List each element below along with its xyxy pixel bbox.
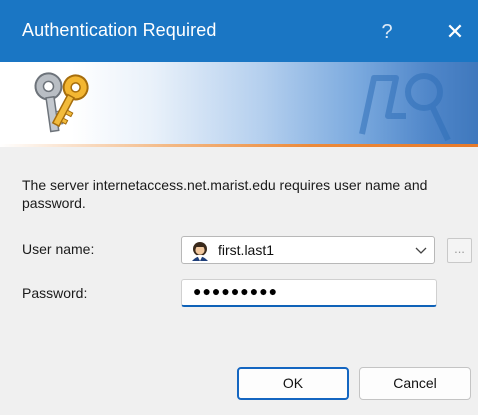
auth-dialog: Authentication Required ? ✕ The server i… (0, 0, 478, 415)
password-label: Password: (22, 285, 88, 301)
keys-icon (34, 72, 89, 133)
close-button[interactable]: ✕ (438, 12, 472, 52)
browse-button[interactable]: ... (447, 238, 472, 263)
help-button[interactable]: ? (370, 12, 404, 52)
banner-divider (0, 144, 478, 147)
title-bar: Authentication Required ? ✕ (0, 0, 478, 62)
user-icon (192, 242, 208, 261)
keys-watermark-icon (359, 73, 451, 142)
chevron-down-icon[interactable] (414, 243, 428, 257)
username-combobox[interactable]: first.last1 (181, 236, 435, 264)
password-field[interactable]: ●●●●●●●●● (181, 279, 437, 307)
window-title: Authentication Required (22, 20, 217, 40)
auth-message: The server internetaccess.net.marist.edu… (22, 177, 428, 211)
username-value: first.last1 (218, 242, 275, 258)
username-label: User name: (22, 241, 95, 257)
cancel-button[interactable]: Cancel (359, 367, 471, 400)
ok-button[interactable]: OK (237, 367, 349, 400)
